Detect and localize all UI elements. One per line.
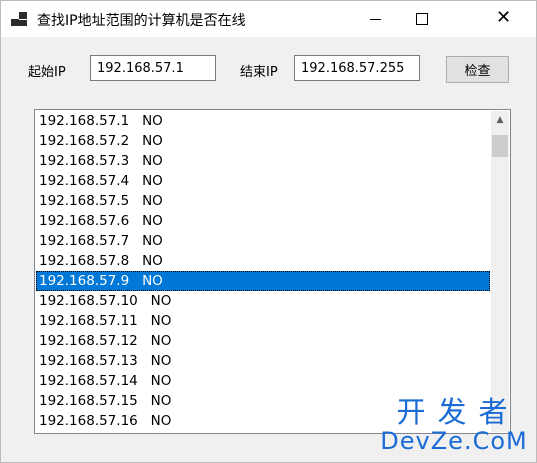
list-item-ip: 192.168.57.7 (39, 233, 130, 249)
list-item-ip: 192.168.57.16 (39, 413, 138, 429)
start-ip-label: 起始IP (28, 65, 66, 80)
list-item-status: NO (150, 293, 172, 309)
list-item-status: NO (142, 193, 163, 209)
app-window: 查找IP地址范围的计算机是否在线 ✕ 起始IP 结束IP 检查 192.168.… (0, 0, 537, 463)
list-item[interactable]: 192.168.57.1 NO (36, 111, 490, 131)
list-item-ip: 192.168.57.6 (39, 213, 130, 229)
list-item-status: NO (142, 153, 163, 169)
watermark: 开发者 DevZe.CoM (379, 397, 529, 455)
list-item-ip: 192.168.57.15 (39, 393, 138, 409)
title-bar[interactable]: 查找IP地址范围的计算机是否在线 ✕ (1, 1, 536, 37)
list-item-ip: 192.168.57.8 (39, 253, 130, 269)
list-item-status: NO (150, 333, 172, 349)
list-item[interactable]: 192.168.57.13 NO (36, 351, 490, 371)
list-item[interactable]: 192.168.57.9 NO (36, 271, 490, 291)
list-item-status: NO (142, 133, 163, 149)
list-item-status: NO (142, 273, 163, 289)
list-item[interactable]: 192.168.57.6 NO (36, 211, 490, 231)
list-item[interactable]: 192.168.57.2 NO (36, 131, 490, 151)
list-item-ip: 192.168.57.5 (39, 193, 130, 209)
end-ip-label: 结束IP (240, 65, 278, 80)
end-ip-input[interactable] (294, 55, 420, 81)
list-items: 192.168.57.1 NO 192.168.57.2 NO 192.168.57… (36, 111, 490, 431)
list-item-status: NO (150, 353, 172, 369)
list-item[interactable]: 192.168.57.7 NO (36, 231, 490, 251)
list-item-status: NO (150, 413, 172, 429)
list-item-ip: 192.168.57.2 (39, 133, 130, 149)
list-item-status: NO (142, 233, 163, 249)
list-item[interactable]: 192.168.57.10 NO (36, 291, 490, 311)
list-item-ip: 192.168.57.12 (39, 333, 138, 349)
list-item-ip: 192.168.57.4 (39, 173, 130, 189)
list-item[interactable]: 192.168.57.5 NO (36, 191, 490, 211)
list-item-status: NO (150, 393, 172, 409)
maximize-icon (416, 13, 428, 25)
list-item-status: NO (150, 373, 172, 389)
scroll-thumb[interactable] (492, 135, 508, 157)
list-item-status: NO (142, 113, 163, 129)
list-item[interactable]: 192.168.57.3 NO (36, 151, 490, 171)
list-item-status: NO (142, 213, 163, 229)
list-item-ip: 192.168.57.10 (39, 293, 138, 309)
list-item[interactable]: 192.168.57.4 NO (36, 171, 490, 191)
list-item-status: NO (150, 313, 172, 329)
watermark-en: DevZe.CoM (380, 427, 528, 455)
list-scrollbar[interactable]: ▲ (491, 111, 509, 432)
list-item-ip: 192.168.57.11 (39, 313, 138, 329)
minimize-icon (370, 19, 381, 20)
check-button[interactable]: 检查 (446, 56, 509, 83)
window-title: 查找IP地址范围的计算机是否在线 (37, 13, 246, 29)
list-item-ip: 192.168.57.13 (39, 353, 138, 369)
list-item-ip: 192.168.57.1 (39, 113, 130, 129)
list-item[interactable]: 192.168.57.14 NO (36, 371, 490, 391)
watermark-cn: 开发者 (396, 395, 520, 429)
scroll-up-arrow-icon[interactable]: ▲ (491, 111, 509, 129)
list-item-ip: 192.168.57.3 (39, 153, 130, 169)
list-item-ip: 192.168.57.9 (39, 273, 130, 289)
list-item-status: NO (142, 253, 163, 269)
app-icon (11, 12, 27, 26)
maximize-button[interactable] (398, 1, 444, 37)
list-item-ip: 192.168.57.14 (39, 373, 138, 389)
list-item[interactable]: 192.168.57.11 NO (36, 311, 490, 331)
close-icon: ✕ (496, 7, 512, 28)
minimize-button[interactable] (352, 1, 398, 37)
ip-result-list[interactable]: 192.168.57.1 NO 192.168.57.2 NO 192.168.57… (34, 109, 511, 434)
start-ip-input[interactable] (90, 55, 216, 81)
list-item-status: NO (142, 173, 163, 189)
list-item[interactable]: 192.168.57.12 NO (36, 331, 490, 351)
close-button[interactable]: ✕ (444, 1, 536, 37)
list-item[interactable]: 192.168.57.8 NO (36, 251, 490, 271)
